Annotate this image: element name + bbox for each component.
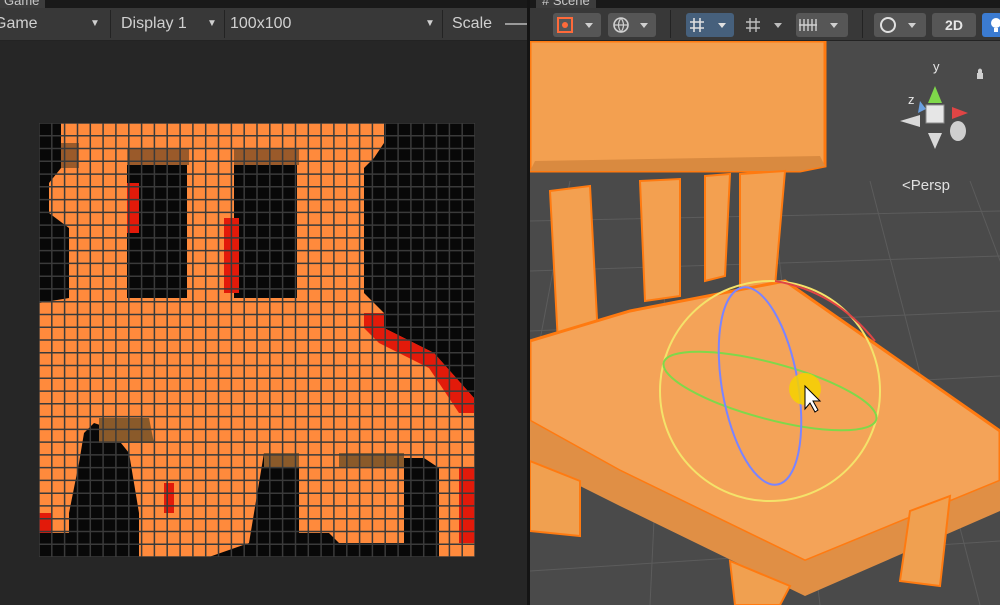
chevron-down-icon xyxy=(585,23,593,28)
chevron-down-icon xyxy=(718,23,726,28)
gizmo-z-label: z xyxy=(908,92,915,107)
scene-tab-bar: # Scene xyxy=(530,0,1000,8)
chevron-down-icon xyxy=(830,23,838,28)
grid-visibility-button[interactable] xyxy=(796,13,848,37)
increment-snap-button[interactable] xyxy=(742,13,790,37)
chair-slat xyxy=(704,172,732,283)
grid-snap-icon xyxy=(690,18,704,32)
chevron-left-icon: < xyxy=(902,177,911,194)
2d-toggle-button[interactable]: 2D xyxy=(932,13,976,37)
lightbulb-icon xyxy=(991,18,1000,28)
global-local-button[interactable] xyxy=(608,13,656,37)
chair-backrest xyxy=(530,41,827,173)
scene-toolbar: 2D xyxy=(530,8,1000,41)
scene-tab-label: Scene xyxy=(552,0,590,8)
game-tab[interactable]: Game xyxy=(0,0,46,8)
toolbar-divider xyxy=(110,10,111,38)
shading-mode-button[interactable] xyxy=(874,13,926,37)
toolbar-divider xyxy=(670,10,671,38)
game-tab-label: Game xyxy=(4,0,40,8)
gizmo-y-label: y xyxy=(933,59,940,74)
scene-panel: # Scene 2D y z <Persp xyxy=(530,0,1000,605)
grid-snapping-button[interactable] xyxy=(686,13,734,37)
resolution-dropdown[interactable]: 100x100 ▼ xyxy=(230,12,440,36)
grid-icon xyxy=(799,19,817,31)
chevron-down-icon xyxy=(774,23,782,28)
game-mode-label: Game xyxy=(0,15,38,32)
game-toolbar: Game ▼ Display 1 ▼ 100x100 ▼ Scale xyxy=(0,8,527,41)
chair-slat xyxy=(638,177,681,303)
scale-slider[interactable] xyxy=(505,23,527,25)
chevron-down-icon: ▼ xyxy=(207,18,217,29)
game-mode-dropdown[interactable]: Game ▼ xyxy=(0,12,104,36)
pixel-render-output xyxy=(39,123,475,557)
resolution-label: 100x100 xyxy=(230,15,292,32)
hash-icon: # xyxy=(542,0,550,8)
chevron-down-icon: ▼ xyxy=(90,18,100,29)
chevron-down-icon xyxy=(640,23,648,28)
game-tab-bar: Game xyxy=(0,0,527,8)
game-panel: Game Game ▼ Display 1 ▼ 100x100 ▼ Scale xyxy=(0,0,527,605)
gizmo-z-axis-cone[interactable] xyxy=(950,121,966,141)
projection-label: Persp xyxy=(911,177,950,194)
scale-label: Scale xyxy=(452,15,493,32)
toolbar-divider xyxy=(862,10,863,38)
projection-toggle[interactable]: <Persp xyxy=(902,177,950,194)
gizmo-center-cube[interactable] xyxy=(925,104,945,124)
lighting-toggle-button[interactable] xyxy=(982,13,1000,37)
scene-view[interactable]: y z <Persp xyxy=(530,41,1000,605)
tool-handle-button[interactable] xyxy=(553,13,601,37)
increment-snap-icon xyxy=(746,18,760,32)
toolbar-divider xyxy=(442,10,443,38)
chevron-down-icon: ▼ xyxy=(425,18,435,29)
scene-tab[interactable]: # Scene xyxy=(536,0,596,8)
2d-toggle-label: 2D xyxy=(945,17,963,33)
display-dropdown[interactable]: Display 1 ▼ xyxy=(121,12,223,36)
chevron-down-icon xyxy=(908,23,916,28)
display-label: Display 1 xyxy=(121,15,187,32)
shading-sphere-icon xyxy=(880,17,896,33)
toolbar-divider xyxy=(224,10,225,38)
